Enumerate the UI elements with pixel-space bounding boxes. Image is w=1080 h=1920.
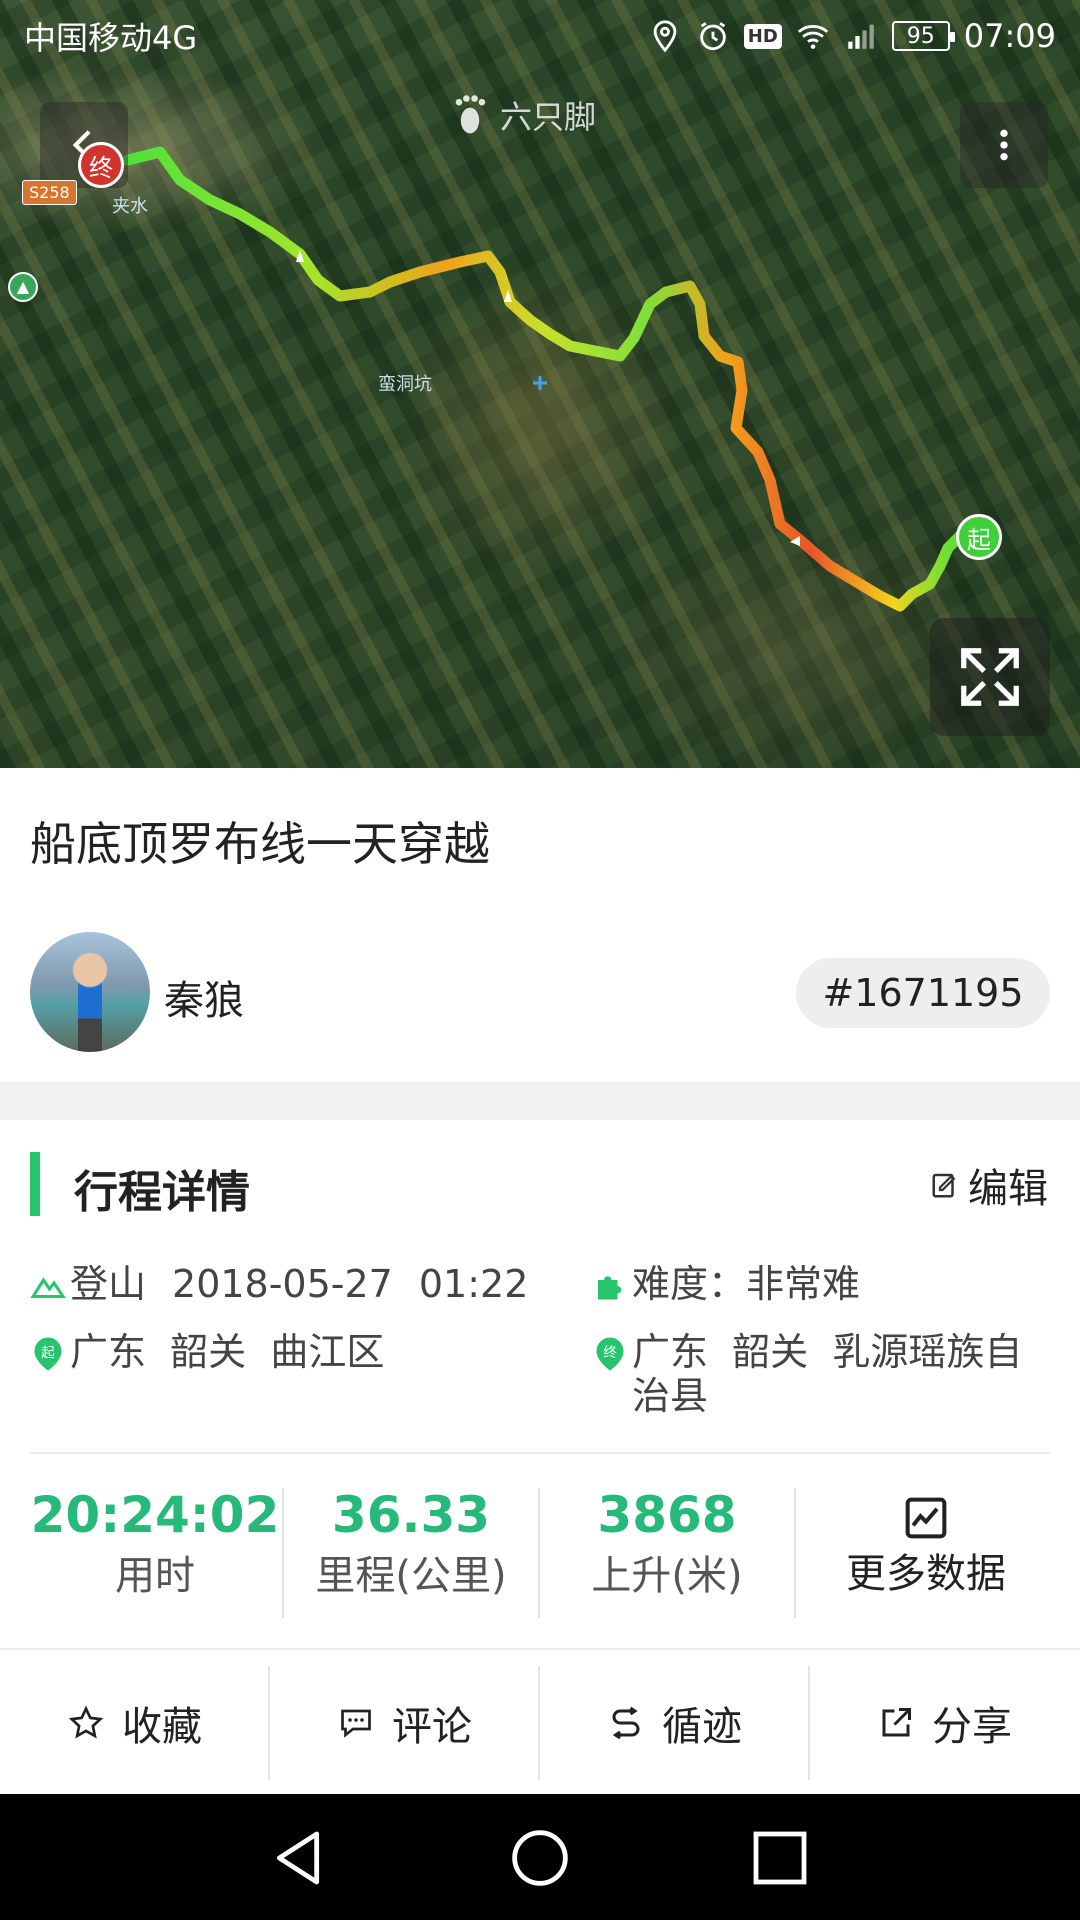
stat-ascent: 3868 上升(米)	[542, 1482, 792, 1604]
hd-icon: HD	[743, 23, 782, 49]
section-title: 行程详情	[74, 1167, 250, 1218]
edit-label: 编辑	[968, 1166, 1048, 1212]
stat-ascent-value: 3868	[597, 1486, 737, 1544]
stats-row: 20:24:02 用时 36.33 里程(公里) 3868 上升(米) 更多数据	[0, 1482, 1080, 1632]
trip-title: 船底顶罗布线一天穿越	[30, 817, 490, 871]
difficulty-row: 难度：非常难	[592, 1262, 860, 1306]
more-data-label: 更多数据	[846, 1551, 1006, 1597]
map-watermark-logo: 六只脚	[450, 92, 596, 138]
stat-duration-value: 20:24:02	[30, 1486, 280, 1544]
more-menu-button[interactable]	[960, 102, 1048, 188]
carrier-label: 中国移动4G	[24, 19, 198, 57]
stat-distance: 36.33 里程(公里)	[286, 1482, 536, 1604]
map-logo-text: 六只脚	[500, 98, 597, 136]
star-icon	[68, 1705, 104, 1739]
recents-square-icon[interactable]	[748, 1826, 812, 1890]
expand-icon	[961, 648, 1019, 706]
start-pin-icon: 起	[34, 1337, 62, 1371]
end-pin-text: 终	[603, 1345, 617, 1361]
track-label: 循迹	[662, 1704, 742, 1750]
avatar[interactable]	[30, 932, 150, 1052]
comment-icon	[341, 1709, 371, 1738]
action-bar: 收藏 评论 循迹 分享	[0, 1648, 1080, 1794]
favorite-label: 收藏	[122, 1704, 202, 1750]
start-location-row: 起 广东 韶关 曲江区	[30, 1330, 384, 1374]
road-badge: S258	[22, 180, 77, 205]
stat-separator	[794, 1488, 796, 1618]
comment-button[interactable]: 评论	[270, 1650, 540, 1796]
share-label: 分享	[932, 1704, 1012, 1750]
end-marker[interactable]: 终	[78, 142, 124, 188]
town-label: 夹水	[112, 196, 148, 217]
start-pin-text: 起	[41, 1345, 55, 1361]
home-circle-icon[interactable]	[508, 1826, 572, 1890]
edit-icon	[932, 1173, 956, 1198]
activity-time: 01:22	[418, 1262, 529, 1306]
trip-details: 行程详情 编辑 登山 2018-05-27 01:22 难度：非常难 起 广东 …	[0, 1120, 1080, 1648]
stat-separator	[538, 1488, 540, 1618]
section-accent-bar	[30, 1152, 40, 1216]
alarm-icon	[700, 22, 726, 51]
chart-line-icon	[905, 1497, 947, 1539]
map-view[interactable]: 中国移动4G HD 95 07:09 六只脚 S258 夹水 蛮洞坑 ▲ 终 起	[0, 0, 1080, 768]
more-data-button[interactable]: 更多数据	[806, 1482, 1046, 1602]
activity-type: 登山	[70, 1262, 147, 1306]
activity-date: 2018-05-27	[172, 1262, 393, 1306]
stat-separator	[282, 1488, 284, 1618]
stat-ascent-label: 上升(米)	[591, 1553, 743, 1599]
stat-duration-label: 用时	[115, 1553, 195, 1599]
place-label: 蛮洞坑	[378, 374, 432, 395]
status-bar: 中国移动4G HD 95 07:09	[0, 0, 1080, 72]
divider	[30, 1452, 1050, 1454]
signal-icon	[848, 24, 874, 49]
end-location: 广东 韶关 乳源瑶族自治县	[632, 1330, 1023, 1418]
more-vertical-icon	[1000, 129, 1008, 161]
track-button[interactable]: 循迹	[540, 1650, 810, 1796]
start-marker[interactable]: 起	[956, 514, 1002, 560]
share-icon	[882, 1708, 911, 1737]
end-pin-icon: 终	[596, 1337, 624, 1371]
puzzle-icon	[598, 1276, 622, 1300]
location-icon	[653, 20, 677, 53]
username[interactable]: 秦狼	[164, 968, 244, 1026]
trip-header: 船底顶罗布线一天穿越 秦狼 #1671195	[0, 768, 1080, 1082]
stat-distance-label: 里程(公里)	[315, 1553, 507, 1599]
park-icon: ▲	[8, 272, 38, 302]
favorite-button[interactable]: 收藏	[0, 1650, 270, 1796]
section-gap	[0, 1082, 1080, 1120]
comment-label: 评论	[392, 1704, 472, 1750]
share-button[interactable]: 分享	[810, 1650, 1080, 1796]
activity-row: 登山 2018-05-27 01:22	[30, 1262, 528, 1306]
back-triangle-icon[interactable]	[266, 1826, 330, 1890]
mountain-icon	[30, 1277, 66, 1298]
end-location-row: 终 广东 韶关 乳源瑶族自治县	[592, 1330, 1032, 1418]
system-nav-bar	[0, 1794, 1080, 1920]
difficulty-label: 难度：非常难	[632, 1262, 861, 1306]
stat-distance-value: 36.33	[331, 1486, 491, 1544]
footprint-icon	[455, 95, 486, 134]
track-icon	[612, 1706, 640, 1740]
clock: 07:09	[963, 17, 1056, 55]
trip-id-badge: #1671195	[796, 958, 1050, 1028]
edit-button[interactable]: 编辑	[930, 1156, 1048, 1214]
wifi-icon	[797, 25, 828, 49]
fullscreen-button[interactable]	[930, 618, 1050, 736]
start-location: 广东 韶关 曲江区	[70, 1330, 385, 1374]
stat-duration: 20:24:02 用时	[30, 1482, 280, 1604]
battery-icon: 95	[891, 21, 955, 51]
